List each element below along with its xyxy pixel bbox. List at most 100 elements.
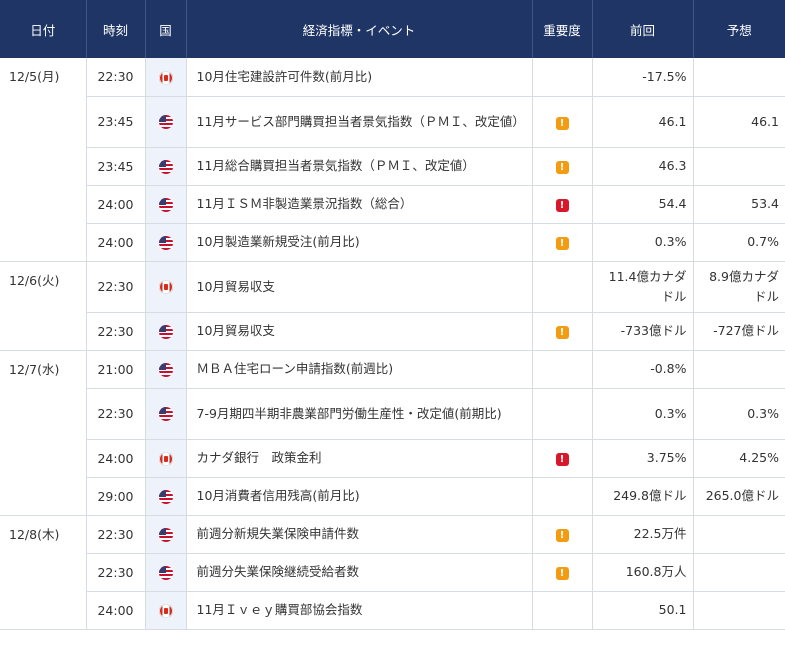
forecast-cell: 53.4 (693, 185, 785, 224)
us-flag-icon (158, 489, 173, 504)
time-cell: 22:30 (86, 312, 146, 351)
importance-cell: ! (532, 185, 593, 224)
country-cell (145, 223, 187, 262)
time-cell: 22:30 (86, 515, 146, 554)
importance-mid-icon: ! (555, 326, 569, 339)
date-cell: 12/7(水) (0, 350, 87, 516)
header-forecast: 予想 (693, 0, 785, 58)
event-cell[interactable]: 10月貿易収支 (186, 261, 533, 313)
importance-high-icon: ! (555, 453, 569, 466)
event-cell[interactable]: 7-9月期四半期非農業部門労働生産性・改定値(前期比) (186, 388, 533, 440)
canada-flag-icon (158, 451, 173, 466)
forecast-cell: 0.7% (693, 223, 785, 262)
header-event: 経済指標・イベント (186, 0, 533, 58)
importance-cell (532, 58, 593, 97)
date-cell: 12/5(月) (0, 58, 87, 262)
event-cell[interactable]: 10月貿易収支 (186, 312, 533, 351)
importance-cell: ! (532, 312, 593, 351)
us-flag-icon (158, 197, 173, 212)
country-cell (145, 185, 187, 224)
event-cell[interactable]: ＭＢＡ住宅ローン申請指数(前週比) (186, 350, 533, 389)
time-cell: 29:00 (86, 477, 146, 516)
country-cell (145, 96, 187, 148)
economic-calendar-table: 日付 時刻 国 経済指標・イベント 重要度 前回 予想 12/5(月) 22:30… (0, 0, 785, 630)
us-flag-icon (158, 324, 173, 339)
event-cell[interactable]: 11月サービス部門購買担当者景気指数（ＰＭＩ、改定値） (186, 96, 533, 148)
importance-cell (532, 261, 593, 313)
table-row[interactable]: 22:30 10月貿易収支! -733億ドル -727億ドル (0, 312, 785, 351)
country-cell (145, 591, 187, 630)
importance-cell (532, 350, 593, 389)
importance-mid-icon: ! (555, 529, 569, 542)
table-row[interactable]: 23:45 11月サービス部門購買担当者景気指数（ＰＭＩ、改定値）! 46.1 46.… (0, 96, 785, 148)
event-cell[interactable]: 11月総合購買担当者景気指数（ＰＭＩ、改定値） (186, 147, 533, 186)
importance-high-icon: ! (555, 199, 569, 212)
table-row[interactable]: 12/7(水) 21:00 ＭＢＡ住宅ローン申請指数(前週比) -0.8% (0, 350, 785, 516)
previous-cell: -733億ドル (592, 312, 694, 351)
forecast-cell: 46.1 (693, 96, 785, 148)
canada-flag-icon (158, 280, 173, 295)
importance-cell: ! (532, 515, 593, 554)
us-flag-icon (158, 159, 173, 174)
country-cell (145, 261, 187, 313)
country-cell (145, 515, 187, 554)
country-cell (145, 58, 187, 97)
table-row[interactable]: 12/6(火) 22:30 10月貿易収支 11.4億カナダドル 8.9億カナダドル (0, 261, 785, 351)
previous-cell: 50.1 (592, 591, 694, 630)
event-cell[interactable]: 10月製造業新規受注(前月比) (186, 223, 533, 262)
table-row[interactable]: 12/5(月) 22:30 10月住宅建設許可件数(前月比) -17.5% (0, 58, 785, 262)
canada-flag-icon (158, 603, 173, 618)
forecast-cell: 4.25% (693, 439, 785, 478)
event-cell[interactable]: カナダ銀行 政策金利 (186, 439, 533, 478)
forecast-cell (693, 591, 785, 630)
event-cell[interactable]: 前週分失業保険継続受給者数 (186, 553, 533, 592)
previous-cell: 46.1 (592, 96, 694, 148)
country-cell (145, 553, 187, 592)
event-cell[interactable]: 10月消費者信用残高(前月比) (186, 477, 533, 516)
date-cell: 12/8(木) (0, 515, 87, 630)
us-flag-icon (158, 565, 173, 580)
importance-mid-icon: ! (555, 237, 569, 250)
event-cell[interactable]: 11月Ｉｖｅｙ購買部協会指数 (186, 591, 533, 630)
date-cell: 12/6(火) (0, 261, 87, 351)
importance-cell: ! (532, 439, 593, 478)
importance-cell (532, 477, 593, 516)
previous-cell: 249.8億ドル (592, 477, 694, 516)
country-cell (145, 312, 187, 351)
forecast-cell: 8.9億カナダドル (693, 261, 785, 313)
canada-flag-icon (158, 70, 173, 85)
importance-mid-icon: ! (555, 116, 569, 130)
event-cell[interactable]: 前週分新規失業保険申請件数 (186, 515, 533, 554)
time-cell: 22:30 (86, 388, 146, 440)
previous-cell: 22.5万件 (592, 515, 694, 554)
header-country: 国 (145, 0, 187, 58)
forecast-cell (693, 350, 785, 389)
event-cell[interactable]: 10月住宅建設許可件数(前月比) (186, 58, 533, 97)
time-cell: 22:30 (86, 58, 146, 97)
table-row[interactable]: 24:00 11月Ｉｖｅｙ購買部協会指数 50.1 (0, 591, 785, 630)
previous-cell: 0.3% (592, 388, 694, 440)
event-cell[interactable]: 11月ＩＳＭ非製造業景況指数（総合） (186, 185, 533, 224)
previous-cell: -0.8% (592, 350, 694, 389)
previous-cell: 46.3 (592, 147, 694, 186)
table-row[interactable]: 29:00 10月消費者信用残高(前月比) 249.8億ドル 265.0億ドル (0, 477, 785, 516)
previous-cell: 0.3% (592, 223, 694, 262)
previous-cell: 11.4億カナダドル (592, 261, 694, 313)
country-cell (145, 147, 187, 186)
table-row[interactable]: 22:30 7-9月期四半期非農業部門労働生産性・改定値(前期比) 0.3% 0.3% (0, 388, 785, 440)
table-row[interactable]: 24:00 11月ＩＳＭ非製造業景況指数（総合）! 54.4 53.4 (0, 185, 785, 224)
header-importance: 重要度 (532, 0, 593, 58)
table-row[interactable]: 24:00 10月製造業新規受注(前月比)! 0.3% 0.7% (0, 223, 785, 262)
table-header-row: 日付 時刻 国 経済指標・イベント 重要度 前回 予想 (0, 0, 785, 58)
table-row[interactable]: 24:00 カナダ銀行 政策金利! 3.75% 4.25% (0, 439, 785, 478)
time-cell: 21:00 (86, 350, 146, 389)
table-row[interactable]: 12/8(木) 22:30 前週分新規失業保険申請件数! 22.5万件 (0, 515, 785, 630)
table-row[interactable]: 22:30 前週分失業保険継続受給者数! 160.8万人 (0, 553, 785, 592)
us-flag-icon (158, 407, 173, 422)
importance-cell: ! (532, 96, 593, 148)
us-flag-icon (158, 235, 173, 250)
importance-mid-icon: ! (555, 161, 569, 174)
header-previous: 前回 (592, 0, 694, 58)
table-row[interactable]: 23:45 11月総合購買担当者景気指数（ＰＭＩ、改定値）! 46.3 (0, 147, 785, 186)
us-flag-icon (158, 362, 173, 377)
